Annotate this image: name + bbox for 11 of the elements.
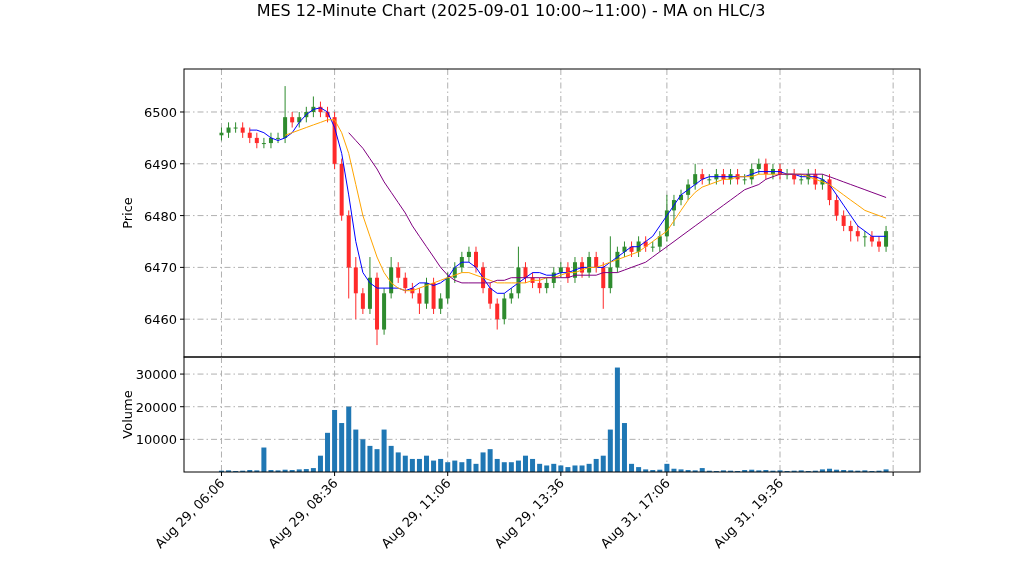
tick-label: 10000 xyxy=(135,432,177,448)
tick-label: 6490 xyxy=(143,156,177,172)
chart-title: MES 12-Minute Chart (2025-09-01 10:00~11:00) - MA on HLC/3 xyxy=(256,1,766,20)
tick-label: 20000 xyxy=(135,399,177,415)
axis-label: Volume xyxy=(120,390,135,439)
axis-label: Price xyxy=(120,197,135,229)
tick-label: 6470 xyxy=(143,260,177,276)
tick-label: 6460 xyxy=(143,312,177,328)
tick-label: 6500 xyxy=(143,105,177,120)
tick-label: 6480 xyxy=(143,208,177,224)
tick-label: 30000 xyxy=(135,367,177,383)
